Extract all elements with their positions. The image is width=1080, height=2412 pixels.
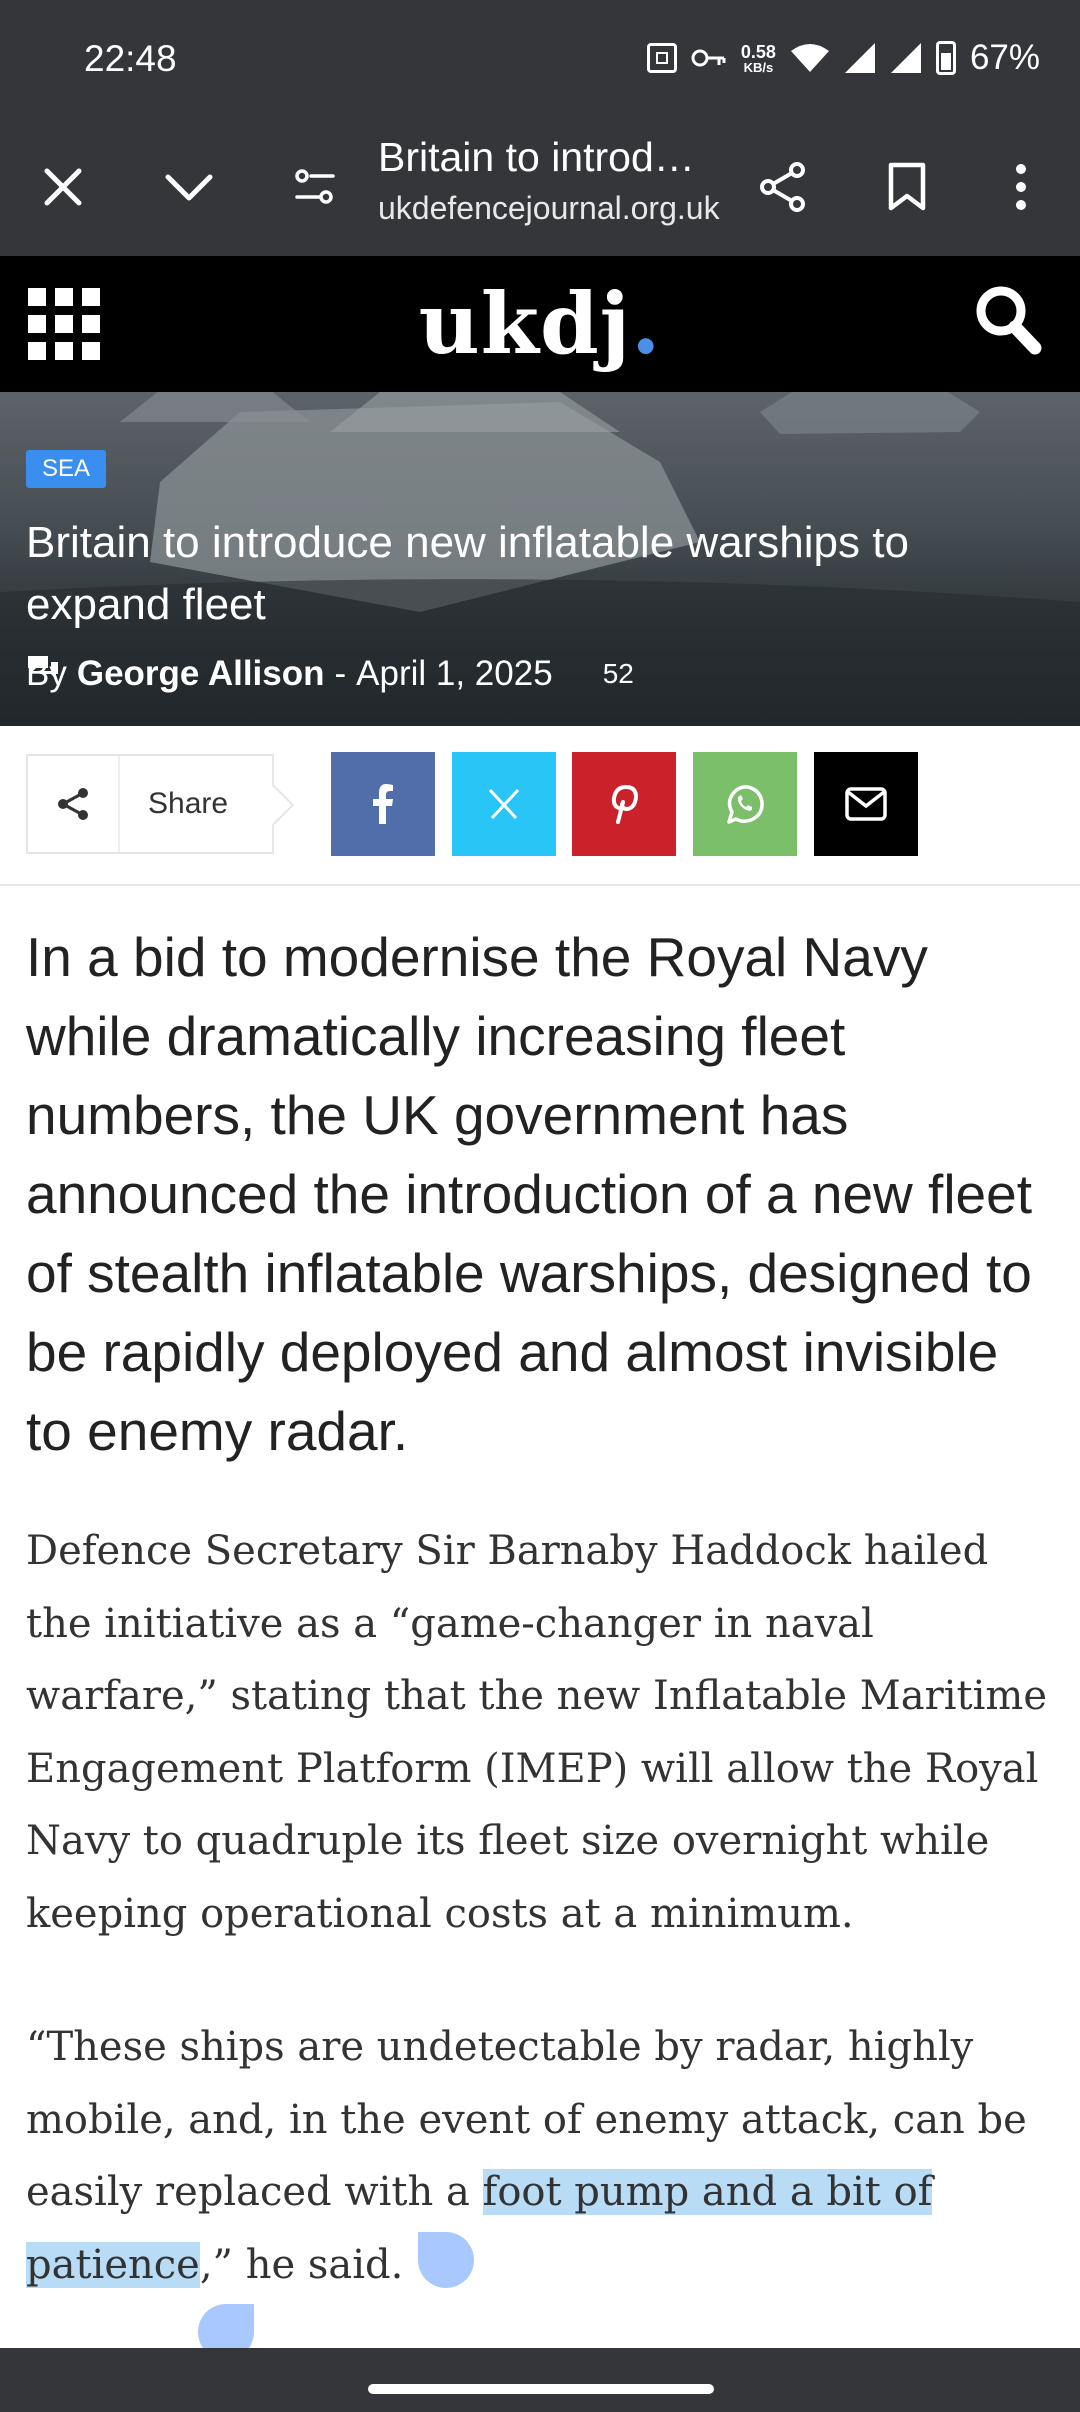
article-quote-paragraph: “These ships are undetectable by radar, … — [26, 2011, 1056, 2301]
article-lead: In a bid to modernise the Royal Navy whi… — [26, 926, 1033, 1462]
share-button[interactable]: Share — [26, 754, 274, 854]
x-share-button[interactable] — [452, 752, 556, 856]
battery-icon — [935, 41, 956, 75]
pinterest-icon — [611, 784, 639, 824]
close-icon[interactable] — [28, 152, 98, 222]
pinterest-share-button[interactable] — [572, 752, 676, 856]
x-twitter-icon — [488, 789, 520, 819]
search-icon[interactable] — [974, 284, 1042, 361]
comments-link[interactable]: 52 — [28, 656, 634, 690]
wifi-icon — [790, 44, 829, 72]
share-bar: Share — [0, 726, 1080, 886]
whatsapp-icon — [727, 785, 764, 824]
gesture-nav-bar — [0, 2348, 1080, 2412]
status-bar: 22:48 0.58 KB/s 67% — [0, 0, 1080, 118]
byline-separator: - — [334, 654, 347, 693]
site-header: ukdj. — [0, 256, 1080, 392]
browser-toolbar: Britain to introd… ukdefencejournal.org.… — [0, 118, 1080, 256]
hero-banner[interactable]: SEA Britain to introduce new inflatable … — [0, 392, 1080, 726]
article-paragraph: Defence Secretary Sir Barnaby Haddock ha… — [26, 1528, 1047, 1937]
vpn-key-icon — [691, 49, 726, 67]
comment-count: 52 — [602, 658, 634, 689]
bookmark-icon[interactable] — [872, 152, 942, 222]
site-logo[interactable]: ukdj. — [0, 274, 1080, 373]
page-settings-icon[interactable] — [280, 152, 350, 222]
quote-text-end: ,” he said. — [199, 2241, 404, 2288]
email-share-button[interactable] — [814, 752, 918, 856]
publish-date: April 1, 2025 — [356, 654, 553, 693]
status-time: 22:48 — [84, 38, 177, 79]
status-icons: 0.58 KB/s 67% — [646, 38, 1040, 78]
article-title: Britain to introduce new inflatable wars… — [26, 518, 909, 629]
share-icon — [28, 756, 120, 852]
comments-icon — [28, 656, 58, 679]
page-title[interactable]: Britain to introd… — [378, 134, 695, 181]
byline: By George Allison - April 1, 2025 52 — [26, 654, 634, 694]
signal-icon — [844, 43, 875, 73]
selection-handle-start[interactable] — [418, 2232, 474, 2288]
more-vert-icon[interactable] — [986, 152, 1056, 222]
signal-icon — [890, 43, 921, 73]
chevron-down-icon[interactable] — [154, 152, 224, 222]
category-badge[interactable]: SEA — [26, 450, 107, 488]
nfc-icon — [646, 43, 677, 73]
author-link[interactable]: George Allison — [77, 654, 325, 694]
share-label: Share — [148, 787, 229, 820]
share-icon[interactable] — [748, 152, 818, 222]
page-url[interactable]: ukdefencejournal.org.uk — [378, 190, 720, 227]
battery-level: 67% — [969, 38, 1040, 77]
facebook-share-button[interactable] — [331, 752, 435, 856]
home-gesture-pill[interactable] — [368, 2384, 714, 2394]
email-icon — [845, 787, 887, 821]
facebook-icon — [373, 784, 393, 824]
whatsapp-share-button[interactable] — [693, 752, 797, 856]
network-speed: 0.58 KB/s — [740, 41, 776, 75]
